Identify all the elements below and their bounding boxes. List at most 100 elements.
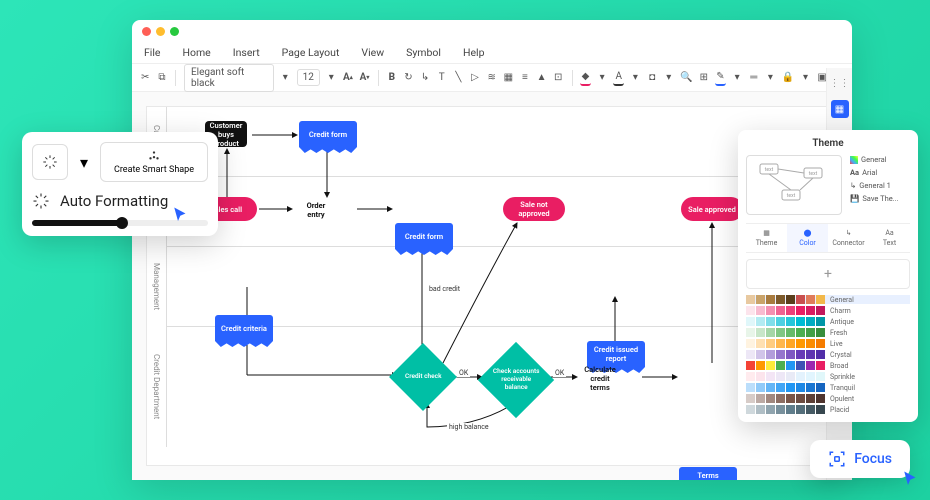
bold-icon[interactable]: B bbox=[386, 70, 397, 86]
cut-icon[interactable]: ✂ bbox=[140, 70, 151, 86]
rotate-icon[interactable]: ↻ bbox=[403, 70, 414, 86]
color-swatch[interactable] bbox=[816, 306, 825, 315]
font-size-select[interactable]: 12 bbox=[297, 69, 320, 86]
image-icon[interactable]: ▦ bbox=[503, 70, 514, 86]
color-swatch[interactable] bbox=[796, 405, 805, 414]
menu-symbol[interactable]: Symbol bbox=[406, 46, 441, 59]
color-swatch[interactable] bbox=[756, 372, 765, 381]
color-swatch[interactable] bbox=[816, 361, 825, 370]
chevron-down-icon[interactable]: ▾ bbox=[630, 70, 641, 86]
color-swatch[interactable] bbox=[816, 350, 825, 359]
color-swatch[interactable] bbox=[806, 317, 815, 326]
color-swatch[interactable] bbox=[756, 328, 765, 337]
align-icon[interactable]: ≡ bbox=[520, 70, 531, 86]
node-credit-criteria[interactable]: Credit criteria bbox=[215, 315, 273, 341]
color-swatch[interactable] bbox=[766, 339, 775, 348]
color-swatch[interactable] bbox=[806, 328, 815, 337]
close-dot[interactable] bbox=[142, 27, 151, 36]
line-style-icon[interactable]: ═ bbox=[748, 70, 759, 86]
maximize-dot[interactable] bbox=[170, 27, 179, 36]
zoom-icon[interactable]: 🔍 bbox=[680, 70, 692, 86]
color-swatch[interactable] bbox=[776, 306, 785, 315]
color-swatch[interactable] bbox=[746, 328, 755, 337]
color-swatch[interactable] bbox=[766, 394, 775, 403]
color-swatch[interactable] bbox=[766, 295, 775, 304]
color-swatch[interactable] bbox=[756, 350, 765, 359]
crop-icon[interactable]: ◘ bbox=[647, 70, 658, 86]
add-theme-button[interactable]: + bbox=[746, 259, 910, 289]
color-swatch[interactable] bbox=[776, 350, 785, 359]
node-credit-form-2[interactable]: Credit form bbox=[395, 223, 453, 249]
color-swatch[interactable] bbox=[816, 339, 825, 348]
color-swatch[interactable] bbox=[746, 383, 755, 392]
chevron-down-icon[interactable]: ▾ bbox=[765, 70, 776, 86]
color-swatch[interactable] bbox=[746, 350, 755, 359]
pointer-icon[interactable]: ▷ bbox=[470, 70, 481, 86]
chevron-down-icon[interactable]: ▾ bbox=[326, 70, 337, 86]
theme-preview-thumbnail[interactable]: texttexttext bbox=[746, 155, 842, 215]
color-swatch[interactable] bbox=[796, 394, 805, 403]
color-swatch[interactable] bbox=[766, 306, 775, 315]
tab-color[interactable]: ⬤Color bbox=[787, 224, 828, 252]
connector-icon[interactable]: ↳ bbox=[420, 70, 431, 86]
color-scheme-row[interactable]: Sprinkle bbox=[746, 372, 910, 381]
node-order-entry[interactable]: Order entry bbox=[295, 197, 337, 223]
menu-insert[interactable]: Insert bbox=[233, 46, 260, 59]
focus-button[interactable]: Focus bbox=[810, 440, 910, 478]
color-swatch[interactable] bbox=[786, 317, 795, 326]
chevron-down-icon[interactable]: ▾ bbox=[280, 70, 291, 86]
layers-icon[interactable]: ≋ bbox=[486, 70, 497, 86]
color-swatch[interactable] bbox=[786, 295, 795, 304]
color-swatch[interactable] bbox=[816, 383, 825, 392]
color-swatch[interactable] bbox=[776, 328, 785, 337]
menu-file[interactable]: File bbox=[144, 46, 160, 59]
color-swatch[interactable] bbox=[776, 394, 785, 403]
color-swatch[interactable] bbox=[806, 350, 815, 359]
text-box-icon[interactable]: ⊡ bbox=[553, 70, 564, 86]
copy-icon[interactable]: ⧉ bbox=[157, 70, 168, 86]
color-swatch[interactable] bbox=[776, 295, 785, 304]
color-swatch[interactable] bbox=[796, 372, 805, 381]
pen-icon[interactable]: ✎ bbox=[715, 70, 726, 86]
node-sale-not-approved[interactable]: Sale not approved bbox=[503, 197, 565, 221]
line-icon[interactable]: ╲ bbox=[453, 70, 464, 86]
color-scheme-row[interactable]: Opulent bbox=[746, 394, 910, 403]
color-scheme-row[interactable]: Charm bbox=[746, 306, 910, 315]
font-select[interactable]: Elegant soft black bbox=[184, 64, 274, 92]
color-swatch[interactable] bbox=[776, 361, 785, 370]
color-swatch[interactable] bbox=[756, 306, 765, 315]
color-swatch[interactable] bbox=[806, 339, 815, 348]
color-swatch[interactable] bbox=[796, 328, 805, 337]
color-swatch[interactable] bbox=[806, 394, 815, 403]
color-swatch[interactable] bbox=[816, 394, 825, 403]
node-sale-approved[interactable]: Sale approved bbox=[681, 197, 743, 221]
color-scheme-row[interactable]: General bbox=[746, 295, 910, 304]
color-swatch[interactable] bbox=[816, 295, 825, 304]
color-swatch[interactable] bbox=[786, 328, 795, 337]
node-calc-terms[interactable]: Calculate credit terms bbox=[579, 365, 621, 391]
node-credit-issued[interactable]: Credit issued report bbox=[587, 341, 645, 367]
chevron-down-icon[interactable]: ▾ bbox=[74, 144, 94, 180]
color-swatch[interactable] bbox=[766, 372, 775, 381]
menu-view[interactable]: View bbox=[361, 46, 384, 59]
chevron-down-icon[interactable]: ▾ bbox=[732, 70, 743, 86]
color-swatch[interactable] bbox=[796, 306, 805, 315]
color-swatch[interactable] bbox=[766, 361, 775, 370]
color-swatch[interactable] bbox=[776, 405, 785, 414]
chevron-down-icon[interactable]: ▾ bbox=[800, 70, 811, 86]
color-swatch[interactable] bbox=[786, 361, 795, 370]
chevron-down-icon[interactable]: ▾ bbox=[663, 70, 674, 86]
create-smart-shape-button[interactable]: Create Smart Shape bbox=[100, 142, 208, 182]
warning-icon[interactable]: ▲ bbox=[536, 70, 547, 86]
color-swatch[interactable] bbox=[756, 394, 765, 403]
color-swatch[interactable] bbox=[766, 383, 775, 392]
color-swatch[interactable] bbox=[776, 339, 785, 348]
color-swatch[interactable] bbox=[786, 383, 795, 392]
tab-connector[interactable]: ↳Connector bbox=[828, 224, 869, 252]
node-credit-form-1[interactable]: Credit form bbox=[299, 121, 357, 147]
color-swatch[interactable] bbox=[816, 405, 825, 414]
color-swatch[interactable] bbox=[806, 383, 815, 392]
color-swatch[interactable] bbox=[756, 383, 765, 392]
preset-general1[interactable]: ↳General 1 bbox=[850, 181, 910, 190]
node-terms-approved[interactable]: Terms approved bbox=[679, 467, 737, 480]
